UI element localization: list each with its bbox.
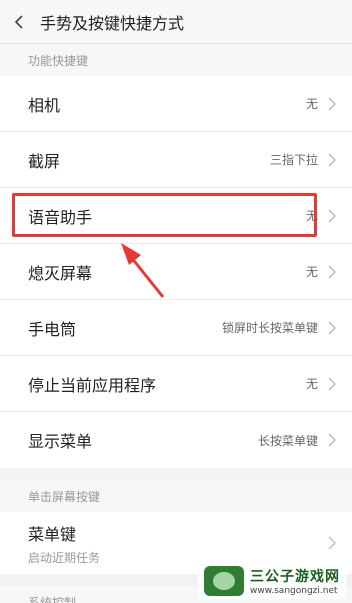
chevron-left-icon: [14, 14, 23, 29]
row-stop-app[interactable]: 停止当前应用程序 无: [0, 356, 352, 412]
row-label: 停止当前应用程序: [28, 375, 157, 395]
shortcuts-list: 相机 无 截屏 三指下拉 语音助手 无 熄灭屏幕 无 手电筒 锁屏时长按菜单键 …: [0, 76, 352, 468]
chevron-right-icon: [328, 265, 338, 279]
row-label: 菜单键: [28, 524, 77, 544]
chevron-right-icon: [328, 536, 338, 550]
row-value: 无: [305, 265, 318, 279]
row-label: 熄灭屏幕: [28, 263, 93, 283]
watermark-url: www.sangongzi.net: [250, 586, 338, 596]
back-button[interactable]: [0, 0, 40, 44]
row-value: 锁屏时长按菜单键: [221, 321, 318, 335]
page-title: 手势及按键快捷方式: [40, 13, 185, 33]
row-label: 显示菜单: [28, 432, 93, 451]
chevron-right-icon: [328, 97, 338, 111]
chevron-right-icon: [328, 153, 338, 167]
row-show-menu[interactable]: 显示菜单 长按菜单键: [0, 412, 352, 468]
section-gap: [0, 468, 352, 480]
row-label: 相机: [28, 95, 61, 115]
row-camera[interactable]: 相机 无: [0, 76, 352, 132]
row-value: 无: [305, 377, 318, 391]
row-value: 三指下拉: [269, 153, 318, 167]
watermark: 三公子游戏网 www.sangongzi.net: [198, 563, 346, 599]
title-bar: 手势及按键快捷方式: [0, 0, 352, 44]
watermark-logo-icon: [204, 566, 244, 596]
row-value: 无: [305, 209, 318, 223]
section-label-single-tap: 单击屏幕按键: [0, 480, 352, 512]
chevron-right-icon: [328, 321, 338, 335]
row-label: 截屏: [28, 151, 61, 171]
row-value: 无: [305, 97, 318, 111]
chevron-right-icon: [328, 433, 338, 447]
chevron-right-icon: [328, 377, 338, 391]
chevron-right-icon: [328, 209, 338, 223]
section-label-shortcuts: 功能快捷键: [0, 44, 352, 76]
row-value: 长按菜单键: [257, 433, 318, 448]
row-flashlight[interactable]: 手电筒 锁屏时长按菜单键: [0, 300, 352, 356]
row-label: 语音助手: [28, 207, 93, 227]
row-label: 手电筒: [28, 319, 77, 339]
row-text: 菜单键 启动近期任务: [28, 521, 328, 566]
watermark-text: 三公子游戏网 www.sangongzi.net: [250, 566, 340, 596]
watermark-name: 三公子游戏网: [250, 569, 340, 585]
row-screen-off[interactable]: 熄灭屏幕 无: [0, 244, 352, 300]
row-screenshot[interactable]: 截屏 三指下拉: [0, 132, 352, 188]
row-voice-assistant[interactable]: 语音助手 无: [0, 188, 352, 244]
